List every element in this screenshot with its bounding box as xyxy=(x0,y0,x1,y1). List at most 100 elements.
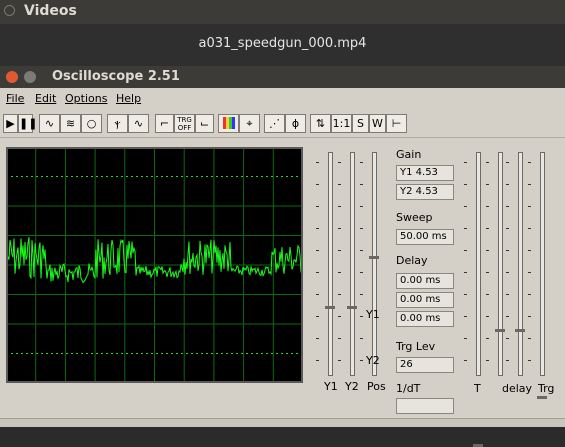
scale-arrows-icon[interactable]: ⇅ xyxy=(310,114,331,133)
color-bars-icon[interactable] xyxy=(218,114,239,133)
tick-mark xyxy=(486,184,489,185)
trg-lev-label: Trg Lev xyxy=(396,340,436,353)
tick-mark xyxy=(316,206,319,207)
trg-slider-thumb[interactable] xyxy=(537,396,547,399)
graph-icon[interactable]: ⋰ xyxy=(264,114,285,133)
tick-mark xyxy=(528,338,531,339)
trg-lev-box[interactable]: 26 xyxy=(396,357,454,373)
delay-slider-thumb[interactable] xyxy=(495,329,505,332)
menu-options[interactable]: Options xyxy=(65,92,107,105)
tick-mark xyxy=(506,338,509,339)
window-titlebar: Oscilloscope 2.51 xyxy=(0,66,565,88)
dt-box[interactable] xyxy=(396,398,454,414)
w-button[interactable]: W xyxy=(369,114,386,133)
trg-slider[interactable] xyxy=(540,152,545,376)
y1-gain-slider-thumb[interactable] xyxy=(325,306,335,309)
pos-slider[interactable] xyxy=(372,152,377,376)
pause-icon[interactable]: ❚❚ xyxy=(18,114,37,133)
delay-box-3[interactable]: 0.00 ms xyxy=(396,311,454,327)
trigger-off-icon[interactable]: TRG OFF xyxy=(174,114,195,133)
delay-slider[interactable] xyxy=(498,152,503,376)
y2-gain-slider[interactable] xyxy=(350,152,355,376)
tick-mark xyxy=(316,162,319,163)
close-icon[interactable] xyxy=(4,5,15,16)
tick-mark xyxy=(316,250,319,251)
tick-mark xyxy=(338,316,341,317)
tick-mark xyxy=(338,206,341,207)
split-icon[interactable]: ⊢ xyxy=(386,114,407,133)
marker-icon[interactable]: ⌖ xyxy=(239,114,260,133)
tick-mark xyxy=(338,184,341,185)
tick-mark xyxy=(486,294,489,295)
gain-label: Gain xyxy=(396,148,422,161)
tick-mark xyxy=(316,184,319,185)
pos-slider-thumb[interactable] xyxy=(369,256,379,259)
tick-mark xyxy=(506,360,509,361)
menu-bar: File Edit Options Help xyxy=(0,88,565,108)
side-y1-label: Y1 xyxy=(366,308,380,321)
tick-mark xyxy=(360,228,363,229)
y1-gain-slider[interactable] xyxy=(328,152,333,376)
minimize-icon[interactable] xyxy=(24,71,36,83)
scope-frame xyxy=(6,147,303,383)
tick-mark xyxy=(316,338,319,339)
close-icon[interactable] xyxy=(6,71,18,83)
y2-gain-slider-thumb[interactable] xyxy=(347,306,357,309)
tick-mark xyxy=(486,272,489,273)
tick-mark xyxy=(486,250,489,251)
tick-mark xyxy=(338,272,341,273)
y2-label: Y2 xyxy=(345,380,359,393)
top-bar: Videos xyxy=(0,0,565,24)
tick-mark xyxy=(464,272,467,273)
pos-label: Pos xyxy=(367,380,386,393)
tick-mark xyxy=(486,162,489,163)
side-y2-label: Y2 xyxy=(366,354,380,367)
tick-mark xyxy=(464,316,467,317)
tick-mark xyxy=(486,338,489,339)
tick-mark xyxy=(506,184,509,185)
sine-icon[interactable]: ∿ xyxy=(128,114,149,133)
tick-mark xyxy=(360,206,363,207)
y1-label: Y1 xyxy=(324,380,338,393)
tick-mark xyxy=(506,294,509,295)
scope-display[interactable] xyxy=(6,147,303,383)
tick-mark xyxy=(486,316,489,317)
video-filename: a031_speedgun_000.mp4 xyxy=(198,36,367,51)
play-icon[interactable]: ▶ xyxy=(3,114,18,133)
tick-mark xyxy=(528,294,531,295)
tick-mark xyxy=(506,206,509,207)
tick-mark xyxy=(464,338,467,339)
delay-label: Delay xyxy=(396,254,428,267)
tick-mark xyxy=(316,228,319,229)
t-slider[interactable] xyxy=(476,152,481,376)
phase-icon[interactable]: ϕ xyxy=(285,114,306,133)
t-label: T xyxy=(474,382,481,395)
noise-wave-icon[interactable]: ≋ xyxy=(60,114,81,133)
menu-help[interactable]: Help xyxy=(116,92,141,105)
delay-label: delay xyxy=(502,382,533,395)
one-to-one-button[interactable]: 1:1 xyxy=(331,114,352,133)
tick-mark xyxy=(506,250,509,251)
control-panel: Gain Y1 4.53 Y2 4.53 Sweep 50.00 ms Dela… xyxy=(391,138,461,418)
tick-mark xyxy=(338,228,341,229)
pulse-train-icon[interactable]: ⲯ xyxy=(107,114,128,133)
delay-box-2[interactable]: 0.00 ms xyxy=(396,292,454,308)
tick-mark xyxy=(506,316,509,317)
sweep-box[interactable]: 50.00 ms xyxy=(396,229,454,245)
lissajous-icon[interactable]: ○ xyxy=(81,114,102,133)
menu-file[interactable]: File xyxy=(6,92,24,105)
tick-mark xyxy=(316,272,319,273)
y2-gain-box[interactable]: Y2 4.53 xyxy=(396,184,454,200)
trigger-fall-icon[interactable]: ⌙ xyxy=(195,114,214,133)
wave-mode-icon[interactable]: ∿ xyxy=(39,114,60,133)
trigger-rise-icon[interactable]: ⌐ xyxy=(155,114,174,133)
delay-box-1[interactable]: 0.00 ms xyxy=(396,273,454,289)
oscilloscope-window: Oscilloscope 2.51 File Edit Options Help… xyxy=(0,66,565,447)
delay-slider-2-thumb[interactable] xyxy=(515,329,525,332)
tick-mark xyxy=(464,206,467,207)
app-title: Videos xyxy=(24,3,77,19)
menu-edit[interactable]: Edit xyxy=(35,92,56,105)
y1-gain-box[interactable]: Y1 4.53 xyxy=(396,165,454,181)
s-button[interactable]: S xyxy=(352,114,369,133)
delay-slider-2[interactable] xyxy=(518,152,523,376)
